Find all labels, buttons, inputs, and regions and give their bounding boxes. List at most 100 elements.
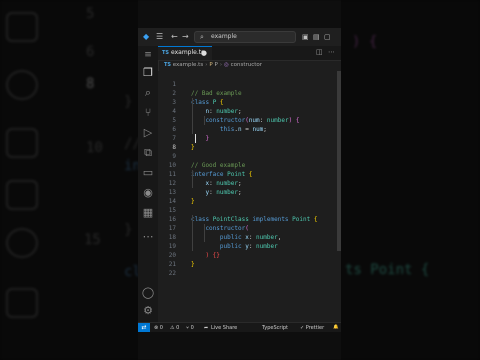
notifications-bell-icon[interactable]: 🔔 [333,323,339,332]
code-token: ( [245,225,249,232]
code-token: { [292,117,300,124]
code-line: class PointClass implements Point { [191,215,317,224]
chevron-right-icon: › [219,62,223,68]
problems-warnings[interactable]: ⚠ 0 [170,323,179,332]
code-token: , [277,234,282,241]
code-token: ; [237,189,242,196]
code-token: num [248,117,260,124]
code-token: public [191,243,246,250]
code-editor[interactable]: 1 2 3 4 5 6 7 8 9 10 11 12 13 14 15 16 17 18 19 20 21 22 // B… [158,71,341,322]
remote-indicator-icon[interactable]: ⇄ [138,323,150,332]
github-icon[interactable]: ◉ [141,186,155,200]
menu-lines-icon[interactable]: ≡ [141,48,155,62]
code-token: class [191,99,213,106]
more-actions-icon[interactable]: ⋯ [328,48,335,56]
code-token: { [245,171,253,178]
title-bar: ◆ ☰ ← → ⌕ example ▣ ▤ ▢ [138,28,341,47]
forward-icon[interactable]: → [182,32,189,42]
indent-guide [204,116,205,125]
line-number: 14 [168,198,176,205]
menu-icon[interactable]: ☰ [156,32,163,42]
indent-guide [192,215,193,251]
source-control-icon[interactable]: ⑂ [141,106,155,120]
layout-panel-icon[interactable]: ▤ [313,32,320,42]
breadcrumb-member[interactable]: constructor [231,62,262,68]
indent-guide [192,98,193,134]
code-line: } [191,197,195,206]
code-token: n [191,108,210,115]
remote-explorer-icon[interactable]: ▭ [141,166,155,180]
line-number: 3 [172,99,176,106]
code-token: this [191,126,235,133]
code-token: number [216,180,238,187]
left-shade [0,0,138,360]
code-token: } [191,261,195,268]
line-number: 12 [168,180,176,187]
line-number: 22 [168,270,176,277]
code-token: number [216,108,238,115]
unsaved-dot-icon[interactable]: ● [201,47,207,59]
code-line: constructor(num: number) { [191,116,299,125]
prettier-status[interactable]: ✓ Prettier [300,323,324,332]
layout-secondary-icon[interactable]: ▢ [324,32,331,42]
code-token: { [216,99,224,106]
code-token: Point [227,171,246,178]
code-token: : [259,117,267,124]
code-token: ; [263,126,267,133]
live-share-button[interactable]: Live Share [211,323,237,332]
line-number: 8 [172,144,176,151]
indent-guide [204,224,205,242]
code-token: // Good example [191,162,246,169]
problems-errors[interactable]: ⊗ 0 [154,323,163,332]
command-center-search[interactable]: ⌕ example [194,31,296,43]
explorer-icon[interactable]: ❐ [141,66,155,80]
breadcrumb-file[interactable]: example.ts [173,62,203,68]
breadcrumb: TS example.ts › P P › ◎ constructor [158,60,341,71]
tab-label: example.ts [171,49,205,56]
code-token: PointClass [212,216,249,223]
chevron-right-icon: › [205,62,208,68]
text-cursor [195,134,196,143]
code-token: class [191,216,213,223]
code-line: y: number; [191,188,242,197]
docker-icon[interactable]: ▦ [141,206,155,220]
code-line: this.n = num; [191,125,267,134]
code-token: = [241,126,253,133]
search-icon[interactable]: ⌕ [141,86,155,100]
code-token: number [256,243,278,250]
code-token: } [191,135,210,142]
manage-gear-icon[interactable]: ⚙ [141,304,155,318]
code-line: n: number; [191,107,241,116]
language-mode[interactable]: TypeScript [262,323,288,332]
code-line: class P { [191,98,224,107]
run-debug-icon[interactable]: ▷ [141,126,155,140]
activity-bar: ≡ ❐ ⌕ ⑂ ▷ ⧉ ▭ ◉ ▦ ⋯ ◯ ⚙ [138,46,159,322]
line-number: 15 [168,207,176,214]
code-line: x: number; [191,179,241,188]
split-editor-icon[interactable]: ◫ [316,48,323,56]
line-number: 7 [172,135,176,142]
line-number: 20 [168,252,176,259]
code-token: : [248,243,257,250]
code-token: // Bad example [191,90,242,97]
code-token: number [216,189,238,196]
breadcrumb-class[interactable]: P [215,62,218,68]
extensions-icon[interactable]: ⧉ [141,146,155,160]
code-line: } [191,134,209,143]
ports-indicator[interactable]: ⑂ 0 [186,323,194,332]
code-token: number [266,117,289,124]
line-number: 2 [172,90,176,97]
code-line: } [191,260,195,269]
line-number: 19 [168,243,176,250]
tab-example-ts[interactable]: TS example.ts ● [158,46,212,60]
vertical-scrollbar[interactable] [337,71,341,251]
line-number: 4 [172,108,176,115]
back-icon[interactable]: ← [171,32,178,42]
vscode-window: ◆ ☰ ← → ⌕ example ▣ ▤ ▢ ≡ ❐ ⌕ ⑂ ▷ ⧉ ▭ ◉ … [138,28,341,332]
more-icon[interactable]: ⋯ [141,230,155,244]
layout-sidebar-icon[interactable]: ▣ [302,32,309,42]
line-number: 10 [168,162,176,169]
account-icon[interactable]: ◯ [141,286,155,300]
code-token: public [191,234,246,241]
code-token: x [191,180,210,187]
